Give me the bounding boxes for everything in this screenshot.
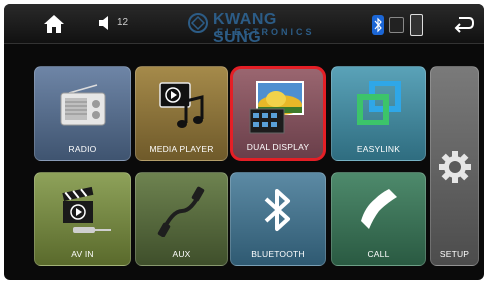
setup-label: SETUP <box>439 249 470 259</box>
aux-label: AUX <box>172 249 191 259</box>
connection-status-icon <box>389 17 404 33</box>
media-player-icon <box>158 82 203 128</box>
dual-display-label: DUAL DISPLAY <box>246 142 310 152</box>
media-player-label: MEDIA PLAYER <box>149 144 214 154</box>
radio-tile[interactable]: RADIO <box>34 66 131 161</box>
head-unit-screen: 12 KWANG SUNG ELECTRONICS RADIO MEDIA PL… <box>4 4 484 280</box>
easylink-label: EASYLINK <box>356 144 401 154</box>
easylink-icon <box>356 81 401 125</box>
av-in-label: AV IN <box>71 249 94 259</box>
dual-display-icon <box>249 81 304 134</box>
brand-emblem-icon <box>188 13 208 33</box>
bluetooth-status-icon <box>372 15 384 35</box>
phone-handset-icon <box>360 189 397 229</box>
radio-label: RADIO <box>68 144 97 154</box>
bluetooth-label: BLUETOOTH <box>251 249 305 259</box>
status-indicators <box>372 13 432 37</box>
back-arrow-icon <box>454 17 475 33</box>
aux-cable-icon <box>157 186 204 237</box>
bluetooth-icon <box>264 189 290 231</box>
setup-tile[interactable]: SETUP <box>430 66 479 266</box>
aux-tile[interactable]: AUX <box>135 172 228 266</box>
back-button[interactable] <box>452 14 476 34</box>
av-in-tile[interactable]: AV IN <box>34 172 131 266</box>
easylink-tile[interactable]: EASYLINK <box>331 66 426 161</box>
media-player-tile[interactable]: MEDIA PLAYER <box>135 66 228 161</box>
volume-level: 12 <box>117 17 129 28</box>
call-tile[interactable]: CALL <box>331 172 426 266</box>
call-label: CALL <box>367 249 390 259</box>
av-in-icon <box>61 186 111 233</box>
brand-tagline: ELECTRONICS <box>217 27 315 37</box>
phone-status-icon <box>410 14 423 36</box>
bluetooth-tile[interactable]: BLUETOOTH <box>230 172 326 266</box>
home-icon[interactable] <box>42 13 66 35</box>
brand-logo: KWANG SUNG ELECTRONICS <box>187 10 327 46</box>
dual-display-tile[interactable]: DUAL DISPLAY <box>230 66 326 161</box>
gear-icon <box>438 151 471 183</box>
radio-icon <box>60 84 105 126</box>
status-bar: 12 KWANG SUNG ELECTRONICS <box>4 4 484 46</box>
speaker-icon <box>99 16 108 30</box>
volume-control[interactable]: 12 <box>97 15 137 33</box>
